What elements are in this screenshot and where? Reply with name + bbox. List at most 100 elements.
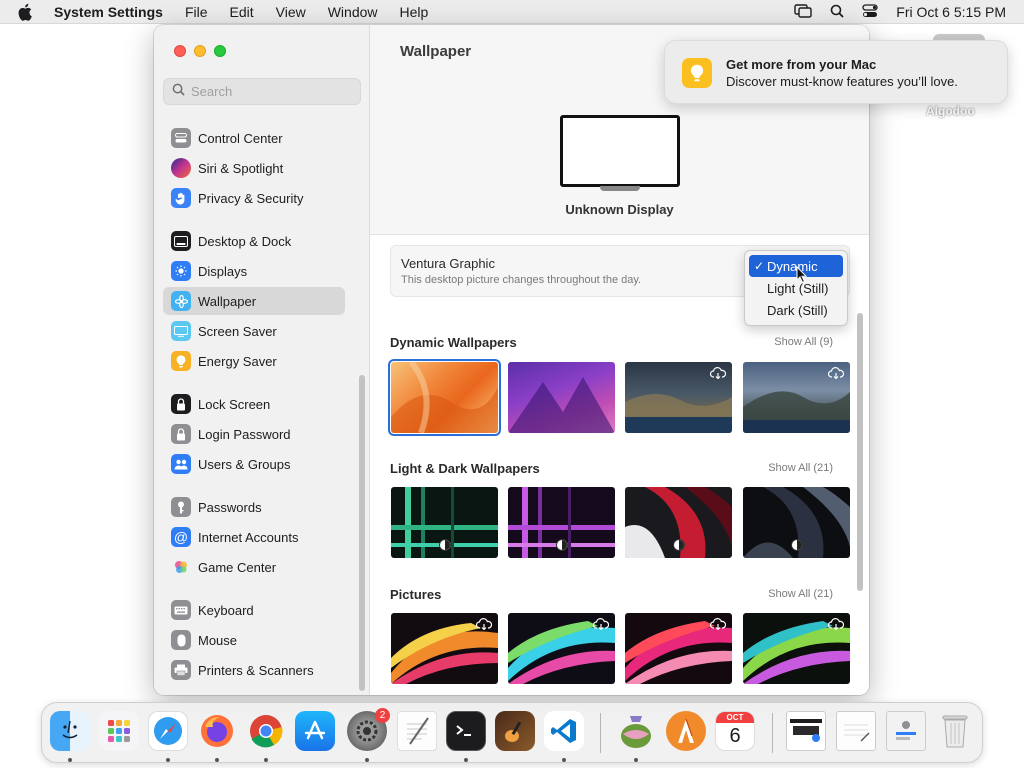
sidebar-item-privacy-security[interactable]: Privacy & Security — [163, 184, 345, 212]
show-all-pictures-button[interactable]: Show All (21) — [768, 588, 833, 600]
sidebar-item-lock-screen[interactable]: Lock Screen — [163, 390, 345, 418]
wallpaper-thumbnail[interactable] — [508, 487, 615, 558]
firefox-icon[interactable] — [197, 711, 237, 751]
minimize-window-button[interactable] — [194, 45, 206, 57]
wallpaper-thumbnail[interactable] — [625, 487, 732, 558]
sidebar-item-mouse[interactable]: Mouse — [163, 626, 345, 654]
sidebar-item-label: Mouse — [198, 632, 238, 648]
spotlight-search-icon[interactable] — [830, 4, 844, 21]
menu-help[interactable]: Help — [400, 4, 429, 20]
lock-icon — [171, 424, 191, 444]
sidebar-item-game-center[interactable]: Game Center — [163, 553, 345, 581]
wallpaper-thumbnail[interactable] — [508, 362, 615, 433]
zoom-window-button[interactable] — [214, 45, 226, 57]
launchpad-icon[interactable] — [99, 711, 139, 751]
minimized-window-icon[interactable] — [786, 711, 826, 751]
download-cloud-icon[interactable] — [709, 618, 727, 633]
sidebar-item-label: Privacy & Security — [198, 190, 304, 206]
wallpaper-thumbnail[interactable] — [391, 487, 498, 558]
sidebar-item-label: Internet Accounts — [198, 529, 299, 545]
vscode-icon[interactable] — [544, 711, 584, 751]
sidebar-scrollbar[interactable] — [359, 375, 365, 691]
sun-icon — [171, 261, 191, 281]
apple-menu-icon[interactable] — [18, 3, 36, 21]
safari-icon[interactable] — [148, 711, 188, 751]
wallpaper-thumbnail[interactable] — [743, 487, 850, 558]
sidebar-item-control-center[interactable]: Control Center — [163, 124, 345, 152]
sidebar-list: Control Center Siri & Spotlight Privacy … — [163, 113, 361, 695]
download-cloud-icon[interactable] — [827, 618, 845, 633]
app-store-icon[interactable] — [295, 711, 335, 751]
textedit-icon[interactable] — [397, 711, 437, 751]
minimized-document-icon[interactable] — [836, 711, 876, 751]
sidebar-item-passwords[interactable]: Passwords — [163, 493, 345, 521]
sidebar-item-energy-saver[interactable]: Energy Saver — [163, 347, 345, 375]
menu-clock[interactable]: Fri Oct 6 5:15 PM — [896, 4, 1006, 20]
section-pictures: Pictures — [390, 587, 442, 602]
appearance-option-dark-still[interactable]: Dark (Still) — [749, 299, 843, 321]
calendar-icon[interactable]: OCT 6 — [715, 711, 755, 751]
screen-mirroring-icon[interactable] — [794, 3, 812, 21]
current-wallpaper-description: This desktop picture changes throughout … — [401, 274, 642, 286]
sidebar-item-keyboard[interactable]: Keyboard — [163, 596, 345, 624]
dock-separator — [600, 713, 601, 753]
main-scrollbar[interactable] — [857, 313, 863, 591]
app-name-menu[interactable]: System Settings — [54, 4, 163, 20]
sidebar-item-label: Lock Screen — [198, 396, 271, 412]
show-all-light-dark-button[interactable]: Show All (21) — [768, 462, 833, 474]
desktop-file-label: Algodoo — [926, 104, 975, 118]
sidebar-item-siri-spotlight[interactable]: Siri & Spotlight — [163, 154, 345, 182]
system-settings-window: Control Center Siri & Spotlight Privacy … — [154, 25, 869, 695]
menu-edit[interactable]: Edit — [230, 4, 254, 20]
running-indicator — [562, 758, 566, 762]
tips-notification[interactable]: Get more from your Mac Discover must-kno… — [664, 40, 1008, 104]
close-window-button[interactable] — [174, 45, 186, 57]
sidebar-search[interactable] — [163, 78, 361, 105]
search-input[interactable] — [191, 84, 351, 99]
download-cloud-icon[interactable] — [475, 618, 493, 633]
sidebar-item-label: Login Password — [198, 426, 291, 442]
minimized-settings-icon[interactable] — [886, 711, 926, 751]
running-indicator — [264, 758, 268, 762]
chrome-icon[interactable] — [246, 711, 286, 751]
calendar-month: OCT — [716, 712, 754, 723]
sidebar-item-screen-saver[interactable]: Screen Saver — [163, 317, 345, 345]
preview-icon[interactable] — [616, 711, 656, 751]
page-title: Wallpaper — [400, 43, 472, 60]
show-all-dynamic-button[interactable]: Show All (9) — [774, 336, 833, 348]
terminal-icon[interactable] — [446, 711, 486, 751]
sidebar-item-displays[interactable]: Displays — [163, 257, 345, 285]
sidebar-item-login-password[interactable]: Login Password — [163, 420, 345, 448]
control-center-icon[interactable] — [862, 3, 878, 21]
hand-icon — [171, 188, 191, 208]
wallpaper-thumbnail[interactable] — [388, 359, 501, 436]
menu-window[interactable]: Window — [328, 4, 378, 20]
garageband-icon[interactable] — [495, 711, 535, 751]
wallpaper-thumbnail[interactable] — [625, 613, 732, 684]
display-stand — [600, 186, 640, 191]
download-cloud-icon[interactable] — [827, 367, 845, 382]
sidebar-item-label: Control Center — [198, 130, 283, 146]
finder-icon[interactable] — [50, 711, 90, 751]
wallpaper-thumbnail[interactable] — [743, 613, 850, 684]
menu-bar: System Settings File Edit View Window He… — [0, 0, 1024, 24]
sidebar-item-desktop-dock[interactable]: Desktop & Dock — [163, 227, 345, 255]
sidebar-item-internet-accounts[interactable]: @ Internet Accounts — [163, 523, 345, 551]
wallpaper-thumbnail[interactable] — [391, 613, 498, 684]
sidebar-item-wallpaper[interactable]: Wallpaper — [163, 287, 345, 315]
algodoo-icon[interactable] — [666, 711, 706, 751]
menu-view[interactable]: View — [276, 4, 306, 20]
trash-icon[interactable] — [935, 711, 975, 751]
wallpaper-thumbnail[interactable] — [508, 613, 615, 684]
download-cloud-icon[interactable] — [709, 367, 727, 382]
running-indicator — [68, 758, 72, 762]
screen-saver-icon — [171, 321, 191, 341]
sidebar-item-users-groups[interactable]: Users & Groups — [163, 450, 345, 478]
keyboard-icon — [171, 600, 191, 620]
wallpaper-thumbnail[interactable] — [625, 362, 732, 433]
sidebar-item-printers-scanners[interactable]: Printers & Scanners — [163, 656, 345, 684]
wallpaper-thumbnail[interactable] — [743, 362, 850, 433]
menu-file[interactable]: File — [185, 4, 208, 20]
key-icon — [171, 497, 191, 517]
download-cloud-icon[interactable] — [592, 618, 610, 633]
